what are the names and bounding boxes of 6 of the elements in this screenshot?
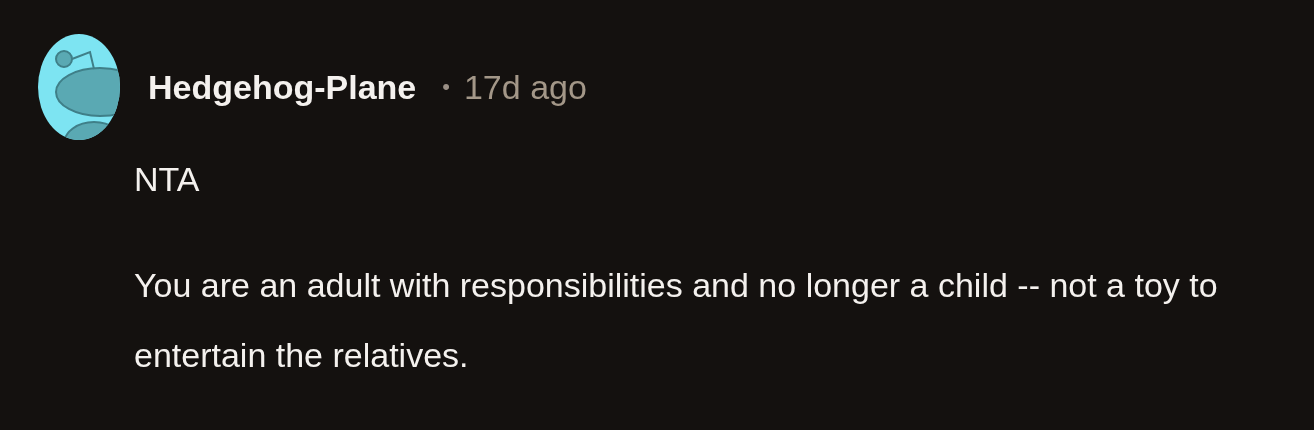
separator-dot: •: [442, 74, 450, 100]
timestamp: 17d ago: [463, 67, 587, 107]
comment-text: NTA: [134, 159, 201, 200]
avatar-icon[interactable]: [38, 34, 120, 140]
comment-text: You are an adult with responsibilities and no longer a child -- not a toy to entertain the relatives.: [134, 265, 1219, 376]
username[interactable]: Hedgehog-Plane: [148, 67, 417, 107]
